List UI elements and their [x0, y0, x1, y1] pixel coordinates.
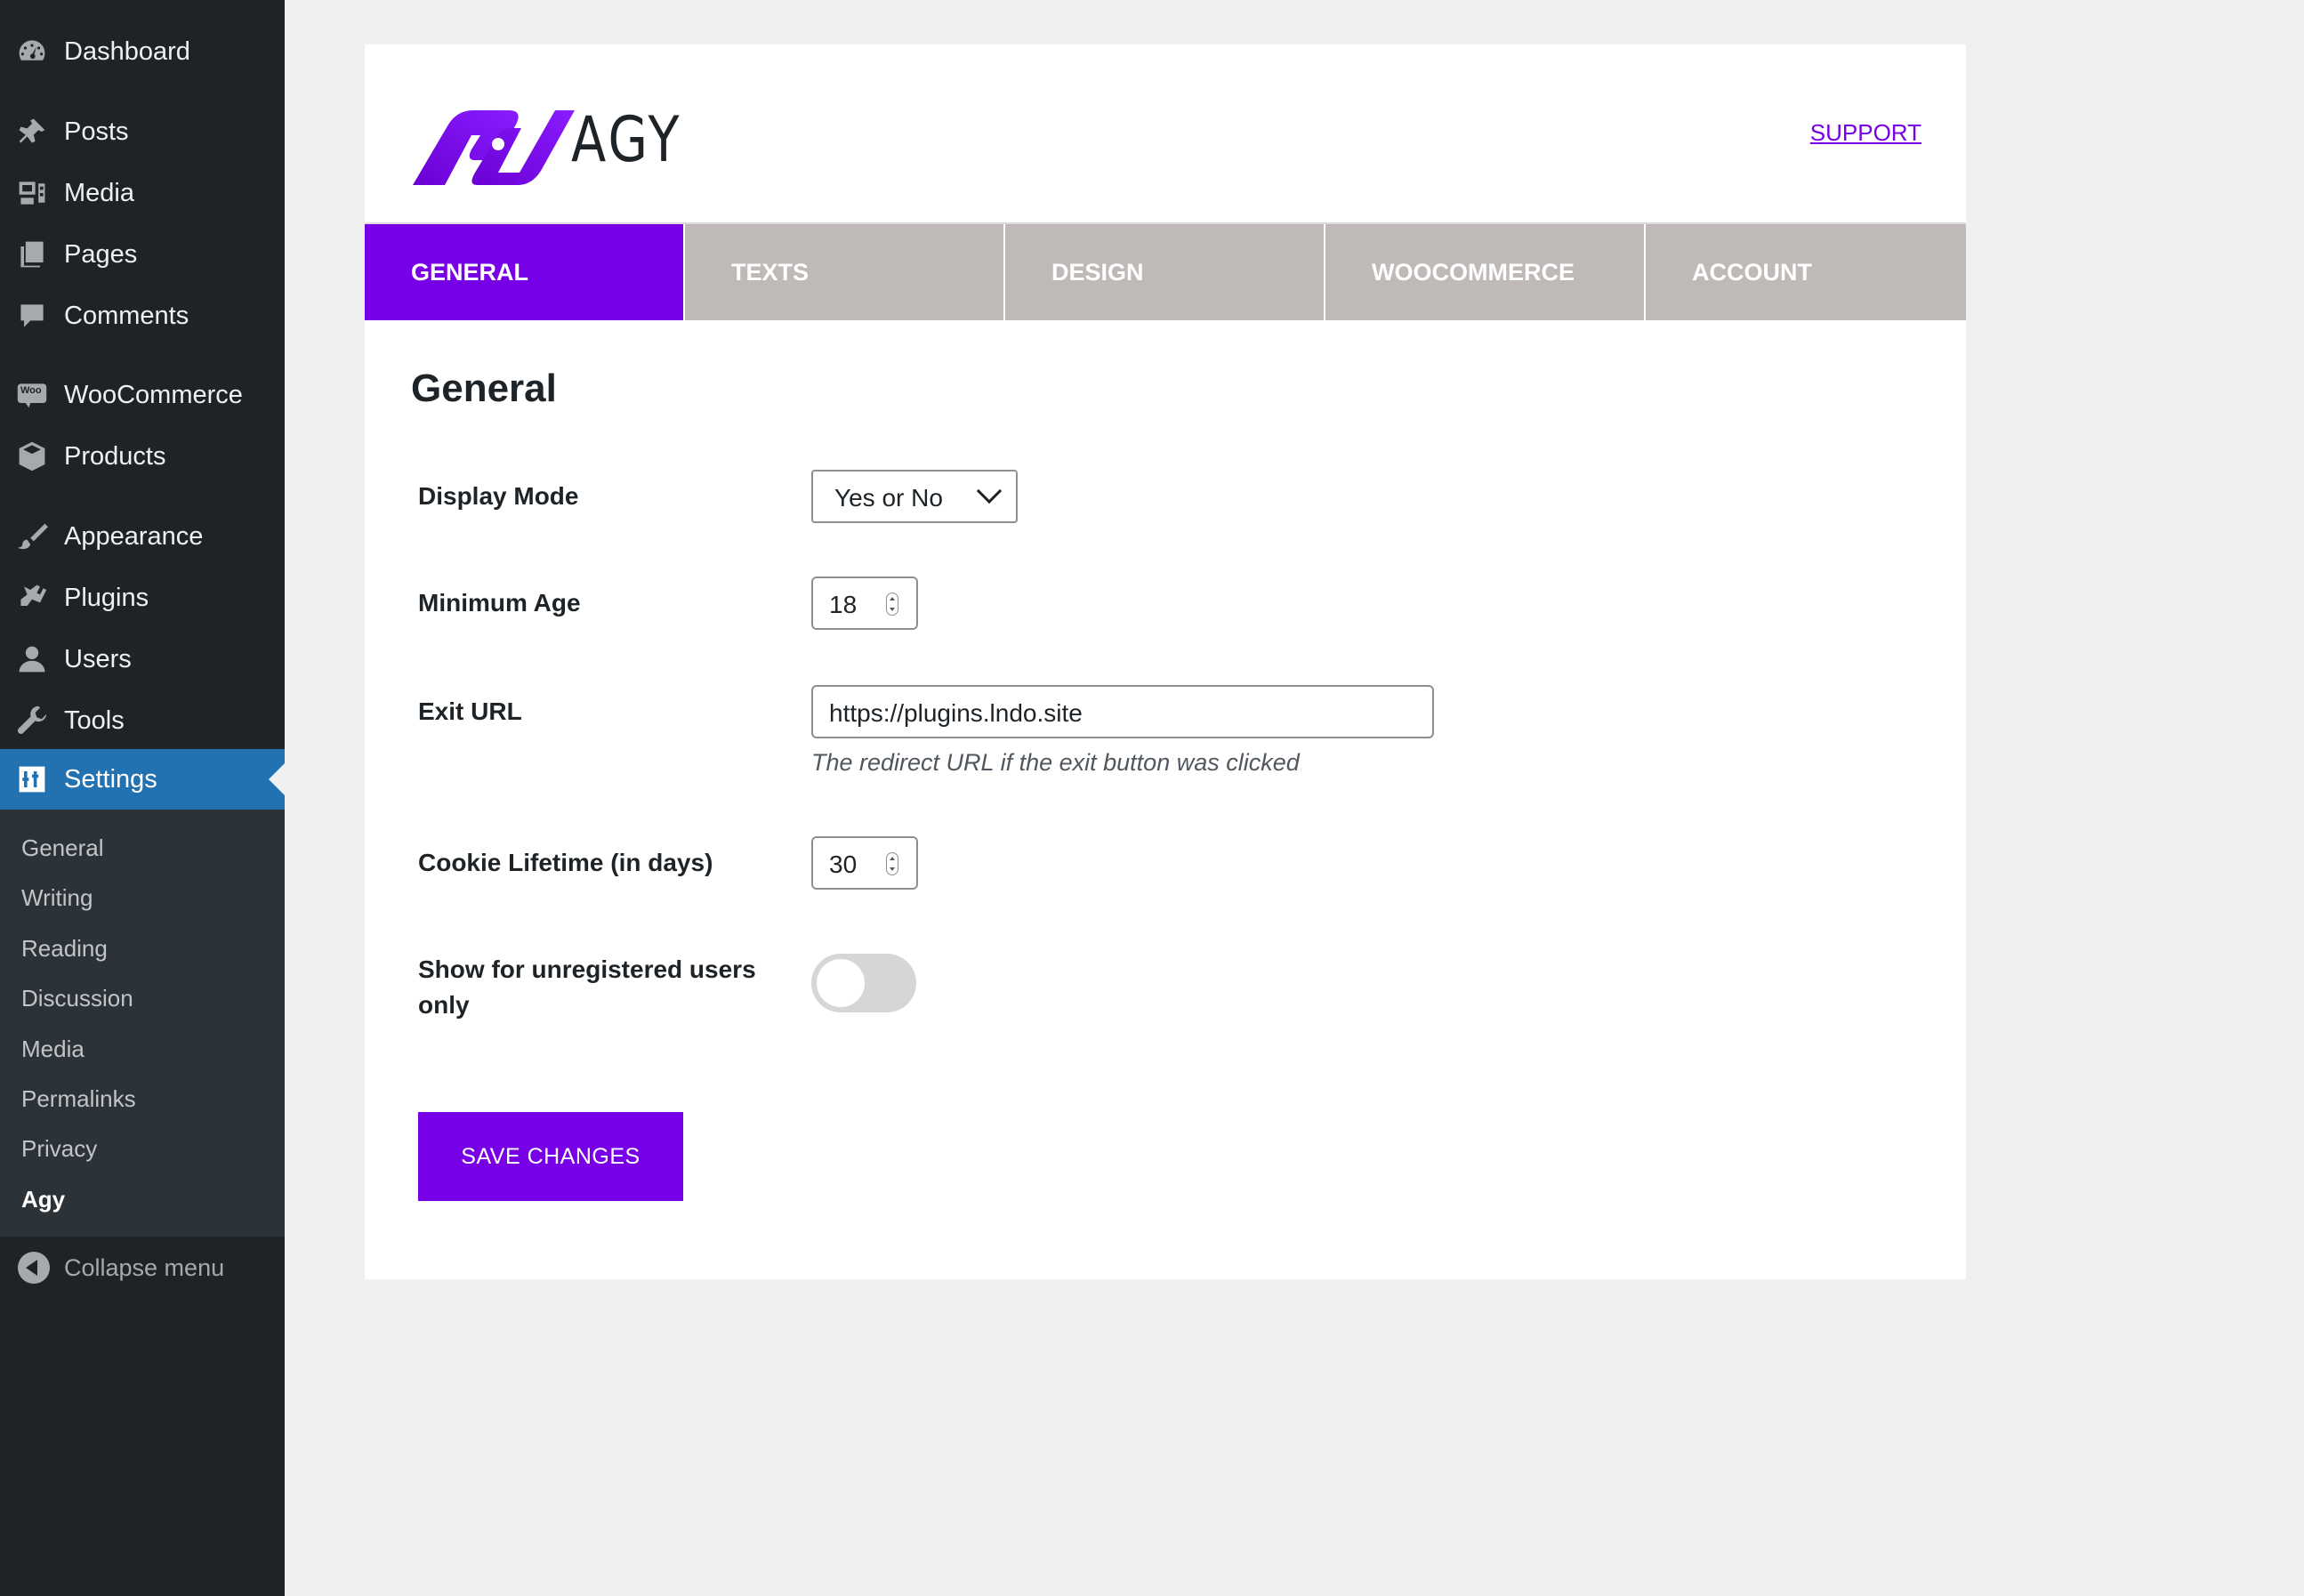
current-menu-arrow [269, 763, 285, 795]
sidebar-item-settings[interactable]: Settings [0, 749, 285, 810]
submenu-item-writing[interactable]: Writing [21, 884, 93, 912]
sidebar-item-posts[interactable]: Posts [0, 101, 285, 162]
display-mode-label: Display Mode [418, 482, 579, 510]
pages-icon [16, 238, 48, 270]
exit-url-label: Exit URL [418, 697, 522, 725]
dashboard-icon [16, 36, 48, 68]
submenu-item-agy[interactable]: Agy [21, 1186, 65, 1213]
sidebar-item-label: Users [64, 644, 132, 673]
woo-badge-text: Woo [20, 385, 42, 396]
collapse-menu-label: Collapse menu [64, 1254, 225, 1281]
cookie-lifetime-value: 30 [829, 850, 858, 878]
exit-url-value: https://plugins.lndo.site [829, 699, 1083, 727]
paintbrush-icon [16, 520, 48, 552]
sidebar-item-products[interactable]: Products [0, 426, 285, 487]
sidebar-item-label: Posts [64, 117, 129, 146]
support-link[interactable]: SUPPORT [1810, 119, 1921, 147]
tab-account[interactable]: ACCOUNT [1646, 224, 1966, 320]
comment-bubble-icon [16, 300, 48, 332]
pushpin-icon [16, 116, 48, 148]
sidebar-item-media[interactable]: Media [0, 163, 285, 223]
admin-sidebar: Dashboard Posts Media Pages Comments Woo… [0, 0, 285, 1596]
sidebar-item-label: Media [64, 178, 134, 207]
unregistered-only-label: Show for unregistered users only [418, 952, 756, 1023]
sidebar-item-plugins[interactable]: Plugins [0, 568, 285, 628]
woocommerce-icon: Woo [16, 379, 48, 411]
settings-tabs: GENERAL TEXTS DESIGN WOOCOMMERCE ACCOUNT [365, 222, 1966, 320]
exit-url-input[interactable]: https://plugins.lndo.site [811, 685, 1434, 738]
collapse-menu-button[interactable]: Collapse menu [0, 1237, 285, 1299]
save-changes-button[interactable]: SAVE CHANGES [418, 1112, 683, 1201]
chevron-down-icon [976, 478, 1003, 504]
sidebar-item-comments[interactable]: Comments [0, 286, 285, 346]
sidebar-item-label: Dashboard [64, 36, 190, 66]
wrench-icon [16, 705, 48, 737]
logo-wordmark: AGY [571, 103, 682, 176]
unregistered-only-label-line1: Show for unregistered users [418, 955, 756, 983]
submenu-item-media[interactable]: Media [21, 1036, 85, 1063]
collapse-arrow-icon [18, 1252, 50, 1284]
sidebar-item-label: Comments [64, 301, 189, 330]
submenu-item-permalinks[interactable]: Permalinks [21, 1085, 136, 1113]
submenu-item-general[interactable]: General [21, 834, 104, 862]
unregistered-only-label-line2: only [418, 991, 470, 1019]
minimum-age-label: Minimum Age [418, 589, 581, 617]
settings-submenu: General Writing Reading Discussion Media… [0, 810, 285, 1237]
tab-woocommerce[interactable]: WOOCOMMERCE [1325, 224, 1646, 320]
sidebar-item-users[interactable]: Users [0, 629, 285, 689]
sidebar-item-dashboard[interactable]: Dashboard [0, 21, 285, 82]
sliders-icon [16, 763, 48, 795]
user-icon [16, 643, 48, 675]
tab-design[interactable]: DESIGN [1005, 224, 1325, 320]
number-spinner-icon[interactable] [886, 592, 898, 616]
display-mode-select[interactable]: Yes or No [811, 470, 1018, 523]
unregistered-only-toggle[interactable] [811, 954, 916, 1012]
cookie-lifetime-input[interactable]: 30 [811, 836, 918, 890]
submenu-item-discussion[interactable]: Discussion [21, 985, 133, 1012]
tab-texts[interactable]: TEXTS [685, 224, 1005, 320]
toggle-knob [817, 959, 865, 1007]
sidebar-item-label: Products [64, 441, 166, 471]
sidebar-item-label: WooCommerce [64, 380, 243, 409]
minimum-age-value: 18 [829, 591, 858, 618]
sidebar-item-pages[interactable]: Pages [0, 224, 285, 285]
section-title: General [411, 367, 557, 410]
exit-url-description: The redirect URL if the exit button was … [811, 749, 1300, 776]
minimum-age-input[interactable]: 18 [811, 576, 918, 630]
sidebar-item-label: Tools [64, 705, 125, 735]
tab-general[interactable]: GENERAL [365, 224, 685, 320]
sidebar-item-tools[interactable]: Tools [0, 690, 285, 751]
sidebar-item-label: Settings [64, 764, 157, 794]
sidebar-item-label: Appearance [64, 521, 204, 551]
submenu-item-reading[interactable]: Reading [21, 935, 108, 963]
sidebar-item-label: Plugins [64, 583, 149, 612]
display-mode-value: Yes or No [834, 484, 943, 512]
sidebar-item-label: Pages [64, 239, 138, 269]
submenu-item-privacy[interactable]: Privacy [21, 1135, 97, 1163]
box-icon [16, 440, 48, 472]
media-icon [16, 177, 48, 209]
settings-panel: AGY SUPPORT GENERAL TEXTS DESIGN WOOCOMM… [365, 44, 1966, 1279]
number-spinner-icon[interactable] [886, 852, 898, 875]
cookie-lifetime-label: Cookie Lifetime (in days) [418, 849, 713, 876]
sidebar-item-appearance[interactable]: Appearance [0, 506, 285, 567]
plug-icon [16, 582, 48, 614]
sidebar-item-woocommerce[interactable]: Woo WooCommerce [0, 365, 285, 425]
